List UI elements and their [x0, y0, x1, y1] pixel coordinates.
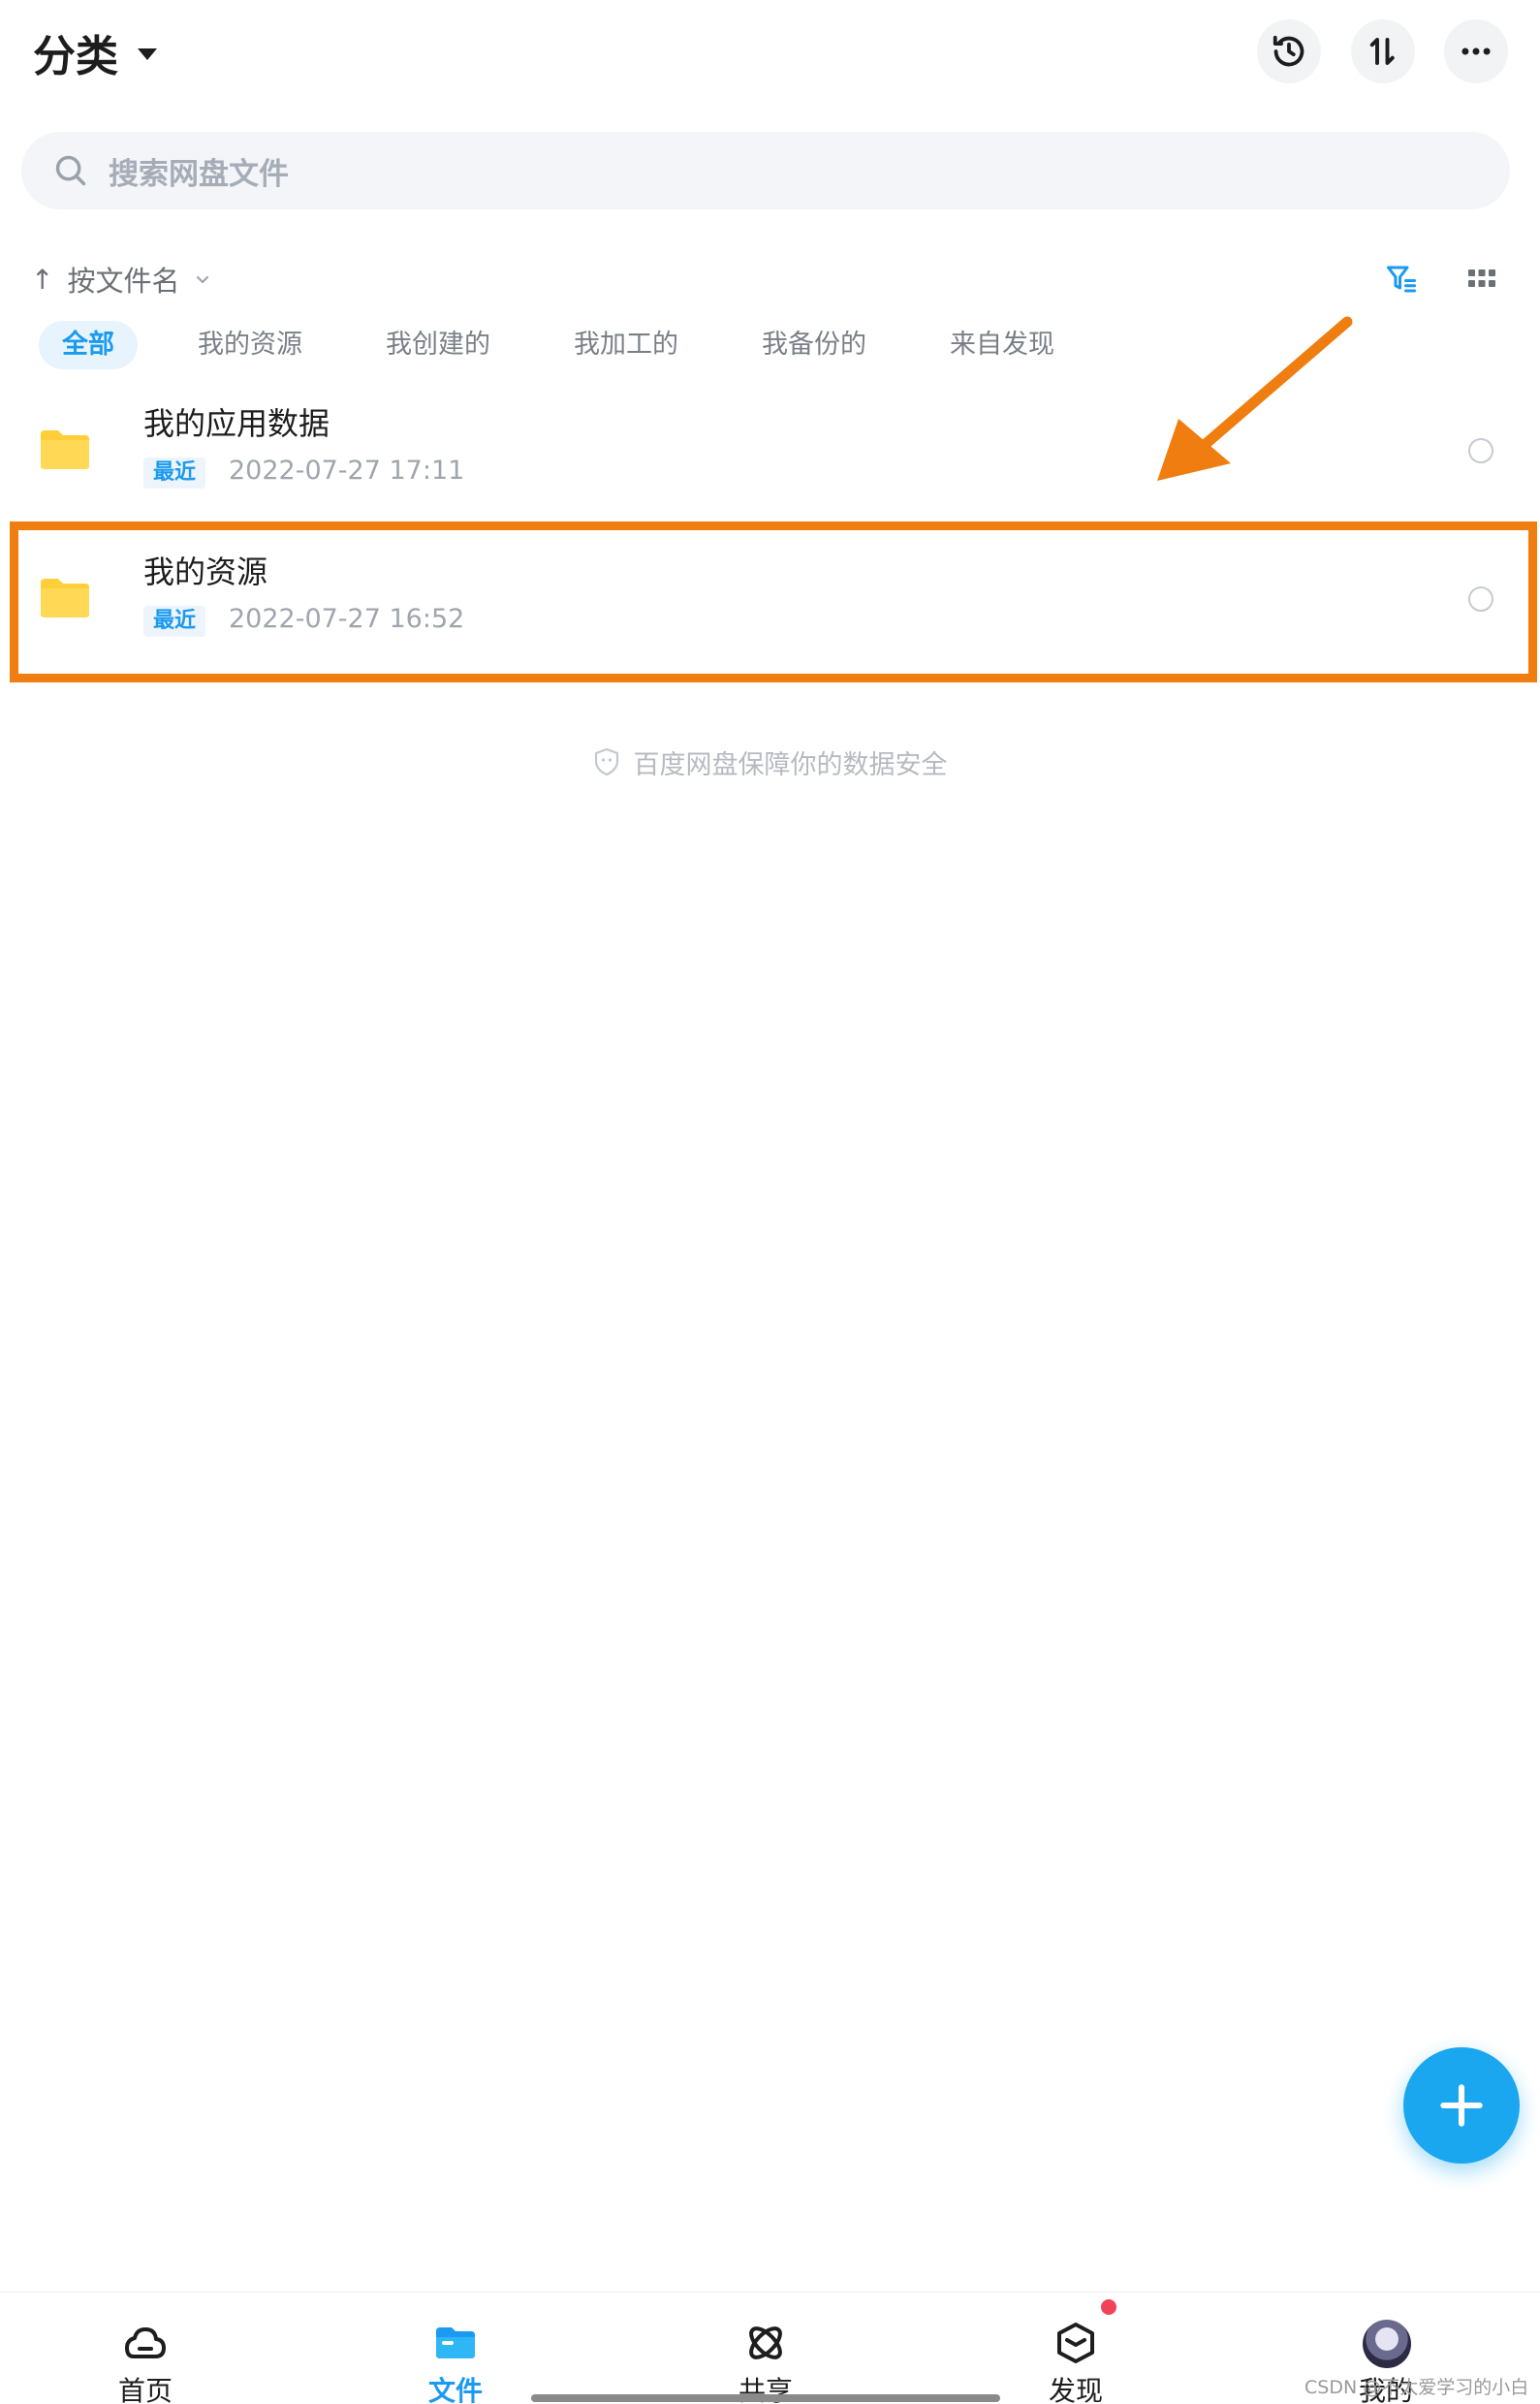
more-icon — [1461, 47, 1491, 55]
notification-dot — [1101, 2299, 1116, 2315]
caret-down-icon — [138, 48, 157, 60]
cloud-icon — [125, 2327, 166, 2358]
file-time: 2022-07-27 17:11 — [229, 456, 465, 486]
shield-icon — [594, 747, 618, 776]
security-note: 百度网盘保障你的数据安全 — [0, 741, 1540, 783]
nav-share[interactable]: 共享 — [694, 2320, 830, 2404]
avatar — [1363, 2320, 1411, 2368]
home-indicator — [531, 2394, 1000, 2402]
recent-badge: 最近 — [143, 458, 206, 489]
select-radio[interactable] — [1468, 438, 1493, 463]
tab-all[interactable]: 全部 — [39, 321, 138, 369]
chevron-down-icon — [197, 276, 209, 283]
history-button[interactable] — [1257, 19, 1321, 83]
nav-files[interactable]: 文件 — [384, 2320, 519, 2404]
sort-dropdown[interactable]: ↑ 按文件名 — [31, 256, 210, 302]
tab-created[interactable]: 我创建的 — [362, 321, 514, 369]
watermark: CSDN @不太爱学习的小白 — [1304, 2377, 1529, 2398]
transfer-icon — [1369, 38, 1395, 65]
transfer-button[interactable] — [1351, 19, 1415, 83]
category-tabs: 全部 我的资源 我创建的 我加工的 我备份的 来自发现 — [39, 320, 1115, 370]
nav-label: 发现 — [1048, 2375, 1103, 2404]
filter-icon[interactable] — [1384, 262, 1419, 297]
more-button[interactable] — [1444, 19, 1508, 83]
top-bar: 分类 — [0, 0, 1540, 107]
highlight-box — [10, 522, 1537, 682]
tab-from-discover[interactable]: 来自发现 — [927, 321, 1078, 369]
nav-home[interactable]: 首页 — [74, 2320, 209, 2404]
grid-view-icon[interactable] — [1467, 268, 1496, 291]
tab-processed[interactable]: 我加工的 — [550, 321, 702, 369]
tab-my-resources[interactable]: 我的资源 — [174, 321, 326, 369]
folder-icon — [41, 430, 89, 469]
sort-direction-icon: ↑ — [31, 263, 54, 296]
page-title: 分类 — [33, 32, 118, 81]
share-icon — [749, 2326, 782, 2359]
plus-icon — [1440, 2084, 1483, 2127]
search-icon — [55, 155, 86, 186]
nav-label: 文件 — [427, 2375, 483, 2404]
category-title-dropdown[interactable]: 分类 — [33, 21, 157, 83]
file-name: 我的应用数据 — [143, 405, 330, 442]
nav-discover[interactable]: 发现 — [1004, 2320, 1140, 2404]
history-icon — [1273, 35, 1304, 67]
cube-icon — [1057, 2323, 1094, 2363]
search-input[interactable]: 搜索网盘文件 — [21, 132, 1510, 209]
sort-label: 按文件名 — [67, 265, 180, 298]
folder-icon — [436, 2327, 475, 2358]
tab-backed-up[interactable]: 我备份的 — [739, 321, 890, 369]
search-placeholder: 搜索网盘文件 — [109, 156, 289, 192]
annotation-arrow-icon — [1157, 316, 1353, 481]
security-text: 百度网盘保障你的数据安全 — [633, 749, 948, 780]
add-button[interactable] — [1403, 2047, 1520, 2164]
nav-label: 首页 — [117, 2375, 173, 2404]
